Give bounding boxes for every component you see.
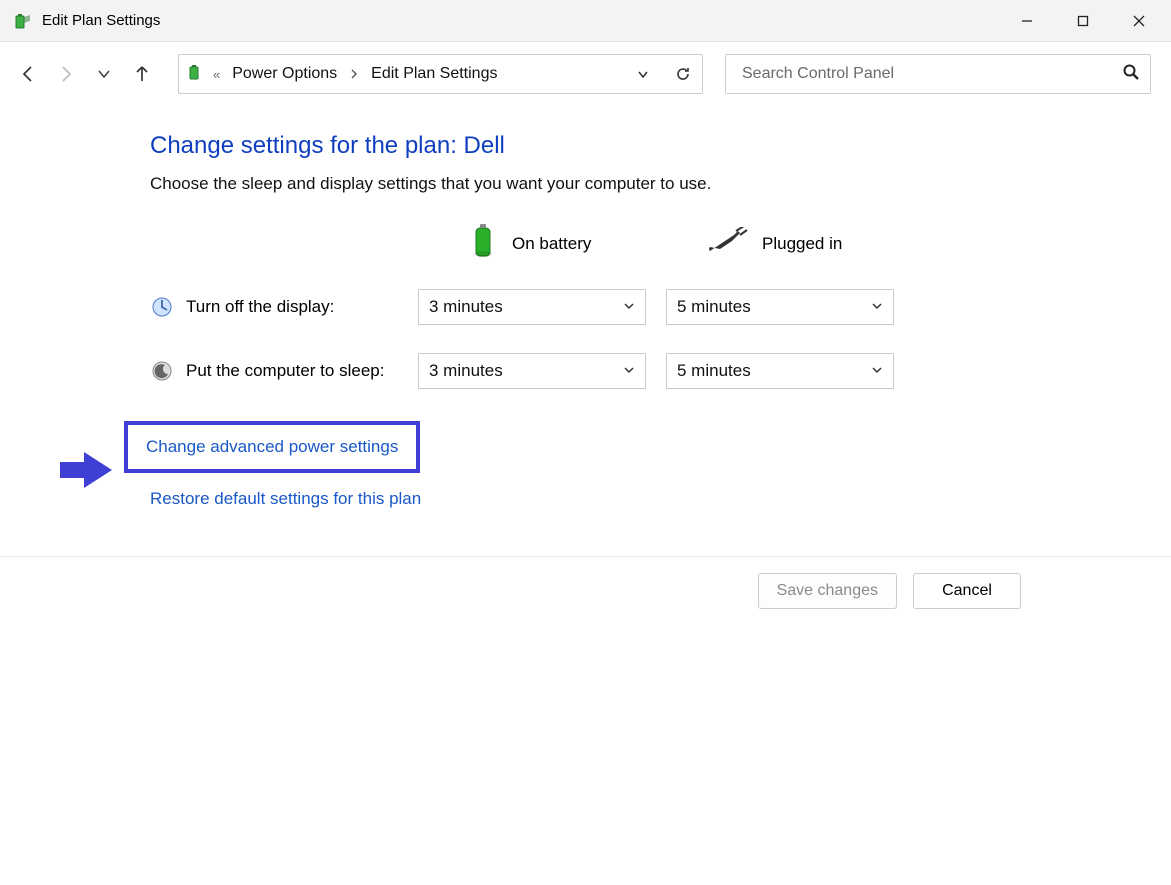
refresh-button[interactable] (670, 61, 696, 87)
address-icon (187, 63, 205, 85)
nav-toolbar: « Power Options Edit Plan Settings (0, 42, 1171, 102)
cancel-button-label: Cancel (942, 582, 992, 600)
search-input[interactable] (740, 64, 1122, 84)
chevron-right-icon[interactable] (347, 67, 361, 82)
display-battery-dropdown[interactable]: 3 minutes (418, 289, 646, 325)
highlight-annotation: Change advanced power settings (124, 421, 420, 473)
column-plugged-label: Plugged in (762, 234, 842, 254)
breadcrumb-edit-plan[interactable]: Edit Plan Settings (367, 61, 501, 87)
sleep-battery-dropdown[interactable]: 3 minutes (418, 353, 646, 389)
display-icon (150, 295, 174, 319)
up-button[interactable] (128, 60, 156, 88)
setting-sleep-row: Put the computer to sleep: 3 minutes 5 m… (150, 353, 1171, 389)
maximize-button[interactable] (1055, 0, 1111, 42)
chevron-down-icon (871, 297, 883, 317)
chevron-down-icon (623, 297, 635, 317)
page-heading: Change settings for the plan: Dell (150, 132, 1171, 160)
minimize-button[interactable] (999, 0, 1055, 42)
setting-display-label: Turn off the display: (186, 297, 334, 317)
setting-display-row: Turn off the display: 3 minutes 5 minute… (150, 289, 1171, 325)
display-plugged-value: 5 minutes (677, 297, 751, 317)
window-title: Edit Plan Settings (42, 12, 160, 29)
breadcrumb-overflow-icon[interactable]: « (211, 67, 222, 82)
save-changes-button[interactable]: Save changes (758, 573, 897, 609)
search-icon[interactable] (1122, 63, 1140, 85)
plug-icon (706, 227, 748, 260)
column-battery-label: On battery (512, 234, 591, 254)
breadcrumb-power-options[interactable]: Power Options (228, 61, 341, 87)
power-options-icon (12, 11, 32, 31)
forward-button[interactable] (52, 60, 80, 88)
sleep-plugged-dropdown[interactable]: 5 minutes (666, 353, 894, 389)
content-area: Change settings for the plan: Dell Choos… (0, 102, 1171, 509)
chevron-down-icon (871, 361, 883, 381)
arrow-annotation (56, 448, 116, 496)
column-on-battery: On battery (418, 222, 666, 265)
sleep-icon (150, 359, 174, 383)
footer-buttons: Save changes Cancel (0, 556, 1171, 609)
search-box[interactable] (725, 54, 1151, 94)
sleep-plugged-value: 5 minutes (677, 361, 751, 381)
titlebar: Edit Plan Settings (0, 0, 1171, 42)
battery-icon (468, 222, 498, 265)
recent-locations-button[interactable] (90, 60, 118, 88)
close-button[interactable] (1111, 0, 1167, 42)
back-button[interactable] (14, 60, 42, 88)
sleep-battery-value: 3 minutes (429, 361, 503, 381)
column-plugged-in: Plugged in (666, 227, 914, 260)
display-battery-value: 3 minutes (429, 297, 503, 317)
address-bar[interactable]: « Power Options Edit Plan Settings (178, 54, 703, 94)
restore-defaults-link[interactable]: Restore default settings for this plan (150, 489, 421, 508)
page-subtext: Choose the sleep and display settings th… (150, 174, 1171, 194)
setting-sleep-label: Put the computer to sleep: (186, 361, 384, 381)
display-plugged-dropdown[interactable]: 5 minutes (666, 289, 894, 325)
advanced-power-settings-link[interactable]: Change advanced power settings (146, 437, 398, 456)
chevron-down-icon (623, 361, 635, 381)
save-button-label: Save changes (777, 582, 878, 600)
address-dropdown-button[interactable] (630, 61, 656, 87)
cancel-button[interactable]: Cancel (913, 573, 1021, 609)
